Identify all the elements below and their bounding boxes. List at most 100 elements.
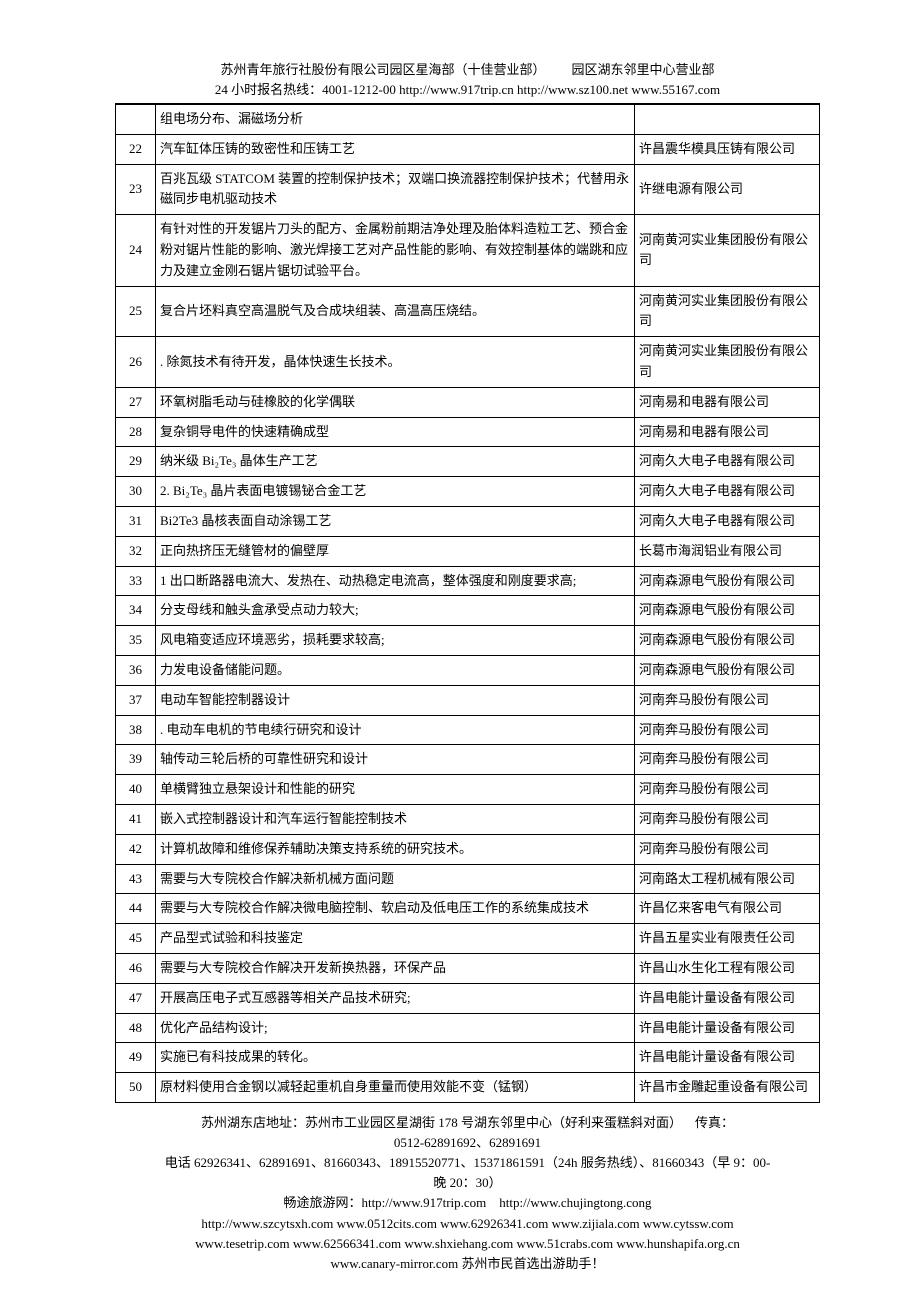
row-description: 需要与大专院校合作解决微电脑控制、软启动及低电压工作的系统集成技术 [156, 894, 635, 924]
row-number: 34 [116, 596, 156, 626]
header-line-2: 24 小时报名热线：4001-1212-00 http://www.917tri… [115, 80, 820, 100]
row-number: 46 [116, 953, 156, 983]
row-company: 河南久大电子电器有限公司 [635, 477, 820, 507]
footer-line: 0512-62891692、62891691 [115, 1133, 820, 1153]
row-company: 河南奔马股份有限公司 [635, 685, 820, 715]
row-number: 31 [116, 506, 156, 536]
row-description: 力发电设备储能问题。 [156, 655, 635, 685]
header-line-1: 苏州青年旅行社股份有限公司园区星海部（十佳营业部） 园区湖东邻里中心营业部 [115, 60, 820, 80]
row-number: 33 [116, 566, 156, 596]
row-number: 36 [116, 655, 156, 685]
row-company: 河南森源电气股份有限公司 [635, 566, 820, 596]
row-company: 许昌电能计量设备有限公司 [635, 1043, 820, 1073]
table-row: 331 出口断路器电流大、发热在、动热稳定电流高，整体强度和刚度要求高;河南森源… [116, 566, 820, 596]
row-description: 汽车缸体压铸的致密性和压铸工艺 [156, 134, 635, 164]
table-row: 32正向热挤压无缝管材的偏壁厚长葛市海润铝业有限公司 [116, 536, 820, 566]
row-number: 32 [116, 536, 156, 566]
row-company: 河南易和电器有限公司 [635, 417, 820, 447]
row-description: 环氧树脂毛动与硅橡胶的化学偶联 [156, 387, 635, 417]
footer-line: http://www.szcytsxh.com www.0512cits.com… [115, 1214, 820, 1234]
row-number: 44 [116, 894, 156, 924]
row-description: 复合片坯料真空高温脱气及合成块组装、高温高压烧结。 [156, 286, 635, 337]
row-company: 河南奔马股份有限公司 [635, 834, 820, 864]
table-row: 44需要与大专院校合作解决微电脑控制、软启动及低电压工作的系统集成技术许昌亿来客… [116, 894, 820, 924]
row-description: . 除氮技术有待开发，晶体快速生长技术。 [156, 337, 635, 388]
page-footer: 苏州湖东店地址：苏州市工业园区星湖街 178 号湖东邻里中心（好利来蛋糕斜对面）… [115, 1113, 820, 1274]
row-description: 计算机故障和维修保养辅助决策支持系统的研究技术。 [156, 834, 635, 864]
row-company: 河南久大电子电器有限公司 [635, 447, 820, 477]
footer-line: www.canary-mirror.com 苏州市民首选出游助手！ [115, 1254, 820, 1274]
row-number: 40 [116, 775, 156, 805]
footer-line: 晚 20：30） [115, 1173, 820, 1193]
row-company: 河南久大电子电器有限公司 [635, 506, 820, 536]
table-row: 50原材料使用合金钢以减轻起重机自身重量而使用效能不变（锰钢）许昌市金雕起重设备… [116, 1073, 820, 1103]
row-description: 组电场分布、漏磁场分析 [156, 105, 635, 135]
row-number: 26 [116, 337, 156, 388]
row-number: 30 [116, 477, 156, 507]
table-row: 41嵌入式控制器设计和汽车运行智能控制技术河南奔马股份有限公司 [116, 804, 820, 834]
row-company: 河南奔马股份有限公司 [635, 745, 820, 775]
row-company: 河南森源电气股份有限公司 [635, 596, 820, 626]
footer-line: 畅途旅游网：http://www.917trip.com http://www.… [115, 1193, 820, 1213]
row-company: 许昌山水生化工程有限公司 [635, 953, 820, 983]
table-row: 27环氧树脂毛动与硅橡胶的化学偶联河南易和电器有限公司 [116, 387, 820, 417]
row-company: 许昌震华模具压铸有限公司 [635, 134, 820, 164]
table-row: 45产品型式试验和科技鉴定许昌五星实业有限责任公司 [116, 924, 820, 954]
row-description: 电动车智能控制器设计 [156, 685, 635, 715]
row-company: 河南黄河实业集团股份有限公司 [635, 337, 820, 388]
table-row: 23百兆瓦级 STATCOM 装置的控制保护技术；双端口换流器控制保护技术；代替… [116, 164, 820, 215]
row-company: 许昌市金雕起重设备有限公司 [635, 1073, 820, 1103]
row-description: 纳米级 Bi₂Te₃ 晶体生产工艺 [156, 447, 635, 477]
row-number: 42 [116, 834, 156, 864]
row-company: 河南森源电气股份有限公司 [635, 626, 820, 656]
row-company: 河南易和电器有限公司 [635, 387, 820, 417]
row-company: 河南奔马股份有限公司 [635, 775, 820, 805]
row-company: 河南森源电气股份有限公司 [635, 655, 820, 685]
row-number: 41 [116, 804, 156, 834]
table-row: 42计算机故障和维修保养辅助决策支持系统的研究技术。河南奔马股份有限公司 [116, 834, 820, 864]
row-company: 河南路太工程机械有限公司 [635, 864, 820, 894]
table-row: 48优化产品结构设计;许昌电能计量设备有限公司 [116, 1013, 820, 1043]
row-number: 22 [116, 134, 156, 164]
table-row: 组电场分布、漏磁场分析 [116, 105, 820, 135]
row-number: 37 [116, 685, 156, 715]
table-row: 39轴传动三轮后桥的可靠性研究和设计河南奔马股份有限公司 [116, 745, 820, 775]
row-description: 需要与大专院校合作解决开发新换热器，环保产品 [156, 953, 635, 983]
table-row: 40单横臂独立悬架设计和性能的研究河南奔马股份有限公司 [116, 775, 820, 805]
table-row: 28复杂铜导电件的快速精确成型河南易和电器有限公司 [116, 417, 820, 447]
table-row: 22汽车缸体压铸的致密性和压铸工艺许昌震华模具压铸有限公司 [116, 134, 820, 164]
row-description: 轴传动三轮后桥的可靠性研究和设计 [156, 745, 635, 775]
row-number: 27 [116, 387, 156, 417]
row-number [116, 105, 156, 135]
row-description: 百兆瓦级 STATCOM 装置的控制保护技术；双端口换流器控制保护技术；代替用永… [156, 164, 635, 215]
row-number: 28 [116, 417, 156, 447]
row-description: 分支母线和触头盒承受点动力较大; [156, 596, 635, 626]
table-row: 302. Bi₂Te₃ 晶片表面电镀锡铋合金工艺河南久大电子电器有限公司 [116, 477, 820, 507]
row-company: 许昌五星实业有限责任公司 [635, 924, 820, 954]
row-number: 43 [116, 864, 156, 894]
row-description: 风电箱变适应环境恶劣，损耗要求较高; [156, 626, 635, 656]
table-row: 36力发电设备储能问题。河南森源电气股份有限公司 [116, 655, 820, 685]
row-number: 24 [116, 215, 156, 286]
table-row: 24有针对性的开发锯片刀头的配方、金属粉前期洁净处理及胎体料造粒工艺、预合金粉对… [116, 215, 820, 286]
row-company: 河南奔马股份有限公司 [635, 715, 820, 745]
row-number: 35 [116, 626, 156, 656]
row-company: 许继电源有限公司 [635, 164, 820, 215]
table-row: 37电动车智能控制器设计河南奔马股份有限公司 [116, 685, 820, 715]
row-company: 长葛市海润铝业有限公司 [635, 536, 820, 566]
table-row: 29纳米级 Bi₂Te₃ 晶体生产工艺河南久大电子电器有限公司 [116, 447, 820, 477]
row-number: 48 [116, 1013, 156, 1043]
row-description: 实施已有科技成果的转化。 [156, 1043, 635, 1073]
row-number: 47 [116, 983, 156, 1013]
page-header: 苏州青年旅行社股份有限公司园区星海部（十佳营业部） 园区湖东邻里中心营业部 24… [115, 60, 820, 99]
table-row: 47开展高压电子式互感器等相关产品技术研究;许昌电能计量设备有限公司 [116, 983, 820, 1013]
table-row: 31Bi2Te3 晶核表面自动涂锡工艺河南久大电子电器有限公司 [116, 506, 820, 536]
row-company: 河南黄河实业集团股份有限公司 [635, 286, 820, 337]
table-row: 38. 电动车电机的节电续行研究和设计河南奔马股份有限公司 [116, 715, 820, 745]
row-number: 25 [116, 286, 156, 337]
row-description: 原材料使用合金钢以减轻起重机自身重量而使用效能不变（锰钢） [156, 1073, 635, 1103]
row-description: 1 出口断路器电流大、发热在、动热稳定电流高，整体强度和刚度要求高; [156, 566, 635, 596]
row-number: 39 [116, 745, 156, 775]
row-company: 河南黄河实业集团股份有限公司 [635, 215, 820, 286]
row-description: 2. Bi₂Te₃ 晶片表面电镀锡铋合金工艺 [156, 477, 635, 507]
